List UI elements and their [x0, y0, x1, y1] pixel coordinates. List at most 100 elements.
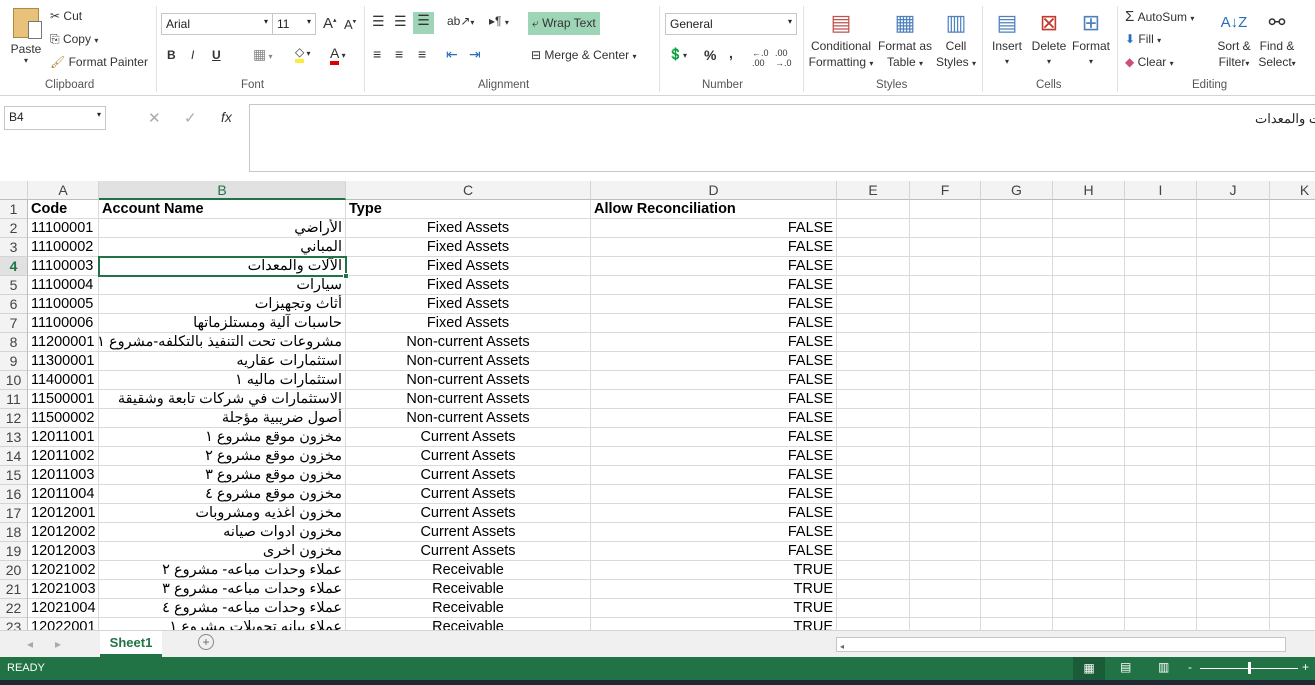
decrease-indent-icon[interactable]: ⇤ — [446, 46, 458, 63]
empty-cell[interactable] — [1053, 542, 1125, 561]
empty-cell[interactable] — [1270, 238, 1315, 257]
align-middle-icon[interactable]: ☰ — [394, 13, 407, 30]
scroll-tabs-right-icon[interactable]: ▸ — [55, 637, 61, 651]
empty-cell[interactable] — [910, 409, 981, 428]
empty-cell[interactable] — [981, 447, 1053, 466]
empty-cell[interactable] — [981, 295, 1053, 314]
table-cell[interactable]: FALSE — [591, 485, 837, 504]
empty-cell[interactable] — [1053, 580, 1125, 599]
cut-button[interactable]: ✂ Cut — [50, 9, 82, 23]
empty-cell[interactable] — [981, 238, 1053, 257]
empty-cell[interactable] — [981, 428, 1053, 447]
empty-cell[interactable] — [1125, 390, 1197, 409]
scroll-tabs-left-icon[interactable]: ◂ — [27, 637, 33, 651]
empty-cell[interactable] — [910, 447, 981, 466]
column-header-h[interactable]: H — [1053, 181, 1125, 200]
empty-cell[interactable] — [1197, 504, 1270, 523]
empty-cell[interactable] — [1197, 447, 1270, 466]
table-cell[interactable]: Non-current Assets — [346, 333, 591, 352]
empty-cell[interactable] — [837, 409, 910, 428]
empty-cell[interactable] — [981, 257, 1053, 276]
empty-cell[interactable] — [1197, 390, 1270, 409]
table-cell[interactable]: FALSE — [591, 257, 837, 276]
table-cell[interactable]: 11300001 — [28, 352, 99, 371]
table-cell[interactable]: Fixed Assets — [346, 219, 591, 238]
decrease-decimal-icon[interactable]: .00 →.0 — [775, 48, 792, 68]
align-bottom-icon[interactable]: ☰ — [413, 12, 434, 34]
row-header[interactable]: 22 — [0, 599, 28, 618]
table-cell[interactable]: المباني — [99, 238, 346, 257]
grow-font-icon[interactable]: A▴ — [323, 15, 337, 32]
table-cell[interactable]: مخزون موقع مشروع ١ — [99, 428, 346, 447]
table-cell[interactable]: أصول ضريبية مؤجلة — [99, 409, 346, 428]
table-cell[interactable]: 11100002 — [28, 238, 99, 257]
table-cell[interactable]: 11200001 — [28, 333, 99, 352]
empty-cell[interactable] — [837, 352, 910, 371]
table-cell[interactable]: مخزون موقع مشروع ٤ — [99, 485, 346, 504]
empty-cell[interactable] — [837, 200, 910, 219]
empty-cell[interactable] — [910, 390, 981, 409]
table-cell[interactable]: عملاء وحدات مباعه- مشروع ٢ — [99, 561, 346, 580]
table-cell[interactable]: 12011003 — [28, 466, 99, 485]
empty-cell[interactable] — [910, 219, 981, 238]
empty-cell[interactable] — [1270, 504, 1315, 523]
empty-cell[interactable] — [1270, 295, 1315, 314]
format-painter-button[interactable]: 🖌 Format Painter — [50, 55, 148, 69]
table-cell[interactable]: 12011004 — [28, 485, 99, 504]
row-header[interactable]: 17 — [0, 504, 28, 523]
empty-cell[interactable] — [910, 333, 981, 352]
table-cell[interactable]: حاسبات آلية ومستلزماتها — [99, 314, 346, 333]
empty-cell[interactable] — [1270, 523, 1315, 542]
table-cell[interactable]: سيارات — [99, 276, 346, 295]
empty-cell[interactable] — [1053, 257, 1125, 276]
number-format-select[interactable]: General ▾ — [665, 13, 797, 35]
horizontal-scrollbar[interactable]: ◂ — [836, 637, 1286, 652]
empty-cell[interactable] — [1053, 333, 1125, 352]
empty-cell[interactable] — [1125, 276, 1197, 295]
table-cell[interactable]: Current Assets — [346, 485, 591, 504]
empty-cell[interactable] — [1053, 219, 1125, 238]
empty-cell[interactable] — [981, 219, 1053, 238]
column-header-d[interactable]: D — [591, 181, 837, 200]
table-cell[interactable]: 12021004 — [28, 599, 99, 618]
empty-cell[interactable] — [1125, 523, 1197, 542]
table-cell[interactable]: FALSE — [591, 238, 837, 257]
empty-cell[interactable] — [1053, 276, 1125, 295]
table-cell[interactable]: Fixed Assets — [346, 238, 591, 257]
currency-icon[interactable]: 💲▾ — [668, 47, 687, 61]
empty-cell[interactable] — [1053, 371, 1125, 390]
table-cell[interactable]: مشروعات تحت التنفيذ بالتكلفه-مشروع ١ — [99, 333, 346, 352]
empty-cell[interactable] — [1125, 485, 1197, 504]
empty-cell[interactable] — [837, 542, 910, 561]
empty-cell[interactable] — [1270, 466, 1315, 485]
empty-cell[interactable] — [1053, 314, 1125, 333]
empty-cell[interactable] — [910, 371, 981, 390]
empty-cell[interactable] — [1053, 295, 1125, 314]
row-header[interactable]: 15 — [0, 466, 28, 485]
table-cell[interactable]: FALSE — [591, 371, 837, 390]
empty-cell[interactable] — [1270, 219, 1315, 238]
spreadsheet-grid[interactable]: A B C D E F G H I J K 1 Code Account Name Type Allow Re… — [0, 181, 1315, 631]
wrap-text-button[interactable]: ⤶ Wrap Text — [528, 12, 600, 35]
comma-button[interactable]: , — [729, 45, 733, 61]
column-header-j[interactable]: J — [1197, 181, 1270, 200]
empty-cell[interactable] — [910, 485, 981, 504]
table-cell[interactable]: 12011001 — [28, 428, 99, 447]
table-cell[interactable]: 11400001 — [28, 371, 99, 390]
empty-cell[interactable] — [981, 561, 1053, 580]
empty-cell[interactable] — [1053, 409, 1125, 428]
empty-cell[interactable] — [1125, 295, 1197, 314]
empty-cell[interactable] — [1053, 599, 1125, 618]
empty-cell[interactable] — [1197, 200, 1270, 219]
row-header[interactable]: 7 — [0, 314, 28, 333]
empty-cell[interactable] — [837, 504, 910, 523]
table-cell[interactable]: FALSE — [591, 542, 837, 561]
align-top-icon[interactable]: ☰ — [372, 13, 385, 30]
table-cell[interactable]: عملاء وحدات مباعه- مشروع ٣ — [99, 580, 346, 599]
empty-cell[interactable] — [910, 599, 981, 618]
fill-handle[interactable] — [343, 273, 349, 279]
empty-cell[interactable] — [910, 352, 981, 371]
table-cell[interactable]: Non-current Assets — [346, 352, 591, 371]
empty-cell[interactable] — [837, 428, 910, 447]
empty-cell[interactable] — [837, 238, 910, 257]
